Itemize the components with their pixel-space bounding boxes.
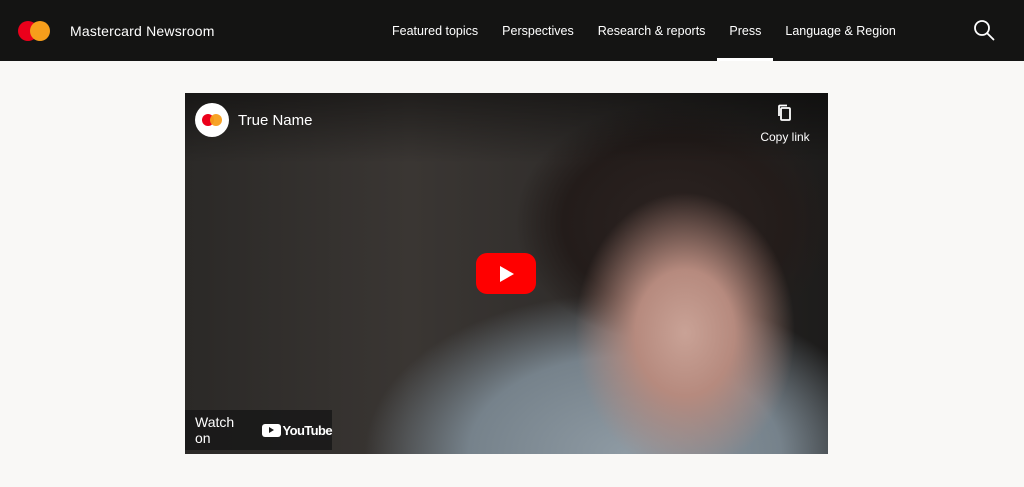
copy-link-button[interactable]: Copy link <box>755 103 815 144</box>
nav-item-language-region[interactable]: Language & Region <box>773 0 908 61</box>
nav-item-research-reports[interactable]: Research & reports <box>586 0 718 61</box>
youtube-wordmark: YouTube <box>282 422 333 438</box>
watch-on-label: Watch on <box>195 414 235 446</box>
search-icon[interactable] <box>972 18 996 42</box>
video-title[interactable]: True Name <box>238 112 312 129</box>
main-nav: Featured topics Perspectives Research & … <box>380 0 908 61</box>
brand-link[interactable]: Mastercard Newsroom <box>18 0 215 61</box>
nav-item-featured-topics[interactable]: Featured topics <box>380 0 490 61</box>
channel-avatar[interactable] <box>195 103 229 137</box>
play-icon <box>500 266 514 282</box>
site-header: Mastercard Newsroom Featured topics Pers… <box>0 0 1024 61</box>
youtube-icon <box>261 423 281 437</box>
copy-icon <box>778 104 791 121</box>
youtube-logo: YouTube <box>261 422 333 438</box>
copy-link-label: Copy link <box>760 130 810 144</box>
brand-name: Mastercard Newsroom <box>70 22 215 39</box>
nav-item-perspectives[interactable]: Perspectives <box>490 0 586 61</box>
video-player[interactable]: True Name Copy link Watch on YouTube <box>185 93 828 454</box>
mastercard-logo-icon <box>18 20 52 42</box>
nav-item-press[interactable]: Press <box>717 0 774 61</box>
play-button[interactable] <box>476 253 536 294</box>
watch-on-youtube-button[interactable]: Watch on YouTube <box>185 410 333 450</box>
